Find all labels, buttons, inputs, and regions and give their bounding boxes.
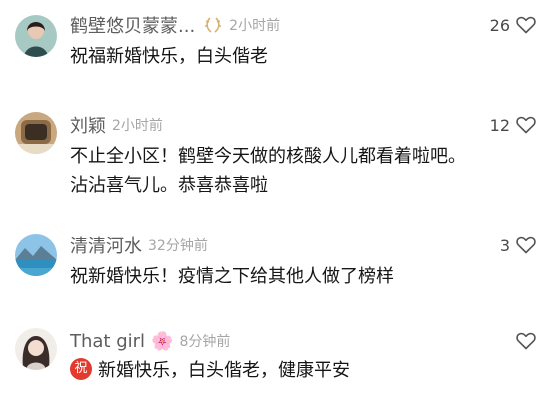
timestamp: 2小时前 — [112, 118, 163, 134]
comment-line: 沾沾喜气儿。恭喜恭喜啦 — [70, 175, 268, 196]
avatar[interactable] — [15, 328, 57, 370]
author-row: 清清河水 32分钟前 — [70, 232, 208, 258]
comment-item: 鹤壁悠贝蒙蒙... 2小时前 26 祝福新婚快乐，白头偕老 — [0, 0, 550, 90]
heart-icon[interactable] — [516, 116, 536, 134]
avatar[interactable] — [15, 112, 57, 154]
comment-line: 祝新婚快乐，白头偕老，健康平安 — [70, 356, 530, 385]
author-name[interactable]: 鹤壁悠贝蒙蒙... — [70, 12, 195, 38]
author-row: That girl 🌸 8分钟前 — [70, 328, 230, 354]
avatar[interactable] — [15, 234, 57, 276]
author-name[interactable]: 刘颖 — [70, 112, 106, 138]
comment-text: 不止全小区！鹤壁今天做的核酸人儿都看着啦吧。 沾沾喜气儿。恭喜恭喜啦 — [70, 142, 530, 200]
comment-line: 不止全小区！鹤壁今天做的核酸人儿都看着啦吧。 — [70, 146, 466, 167]
timestamp: 8分钟前 — [179, 334, 231, 350]
like-button[interactable]: 26 — [490, 12, 536, 38]
flower-emoji: 🌸 — [151, 330, 174, 352]
heart-icon[interactable] — [516, 16, 536, 34]
like-button[interactable] — [510, 328, 536, 354]
timestamp: 2小时前 — [229, 18, 281, 34]
author-name[interactable]: That girl — [70, 331, 145, 352]
author-row: 刘颖 2小时前 — [70, 112, 163, 138]
comment-item: 刘颖 2小时前 12 不止全小区！鹤壁今天做的核酸人儿都看着啦吧。 沾沾喜气儿。… — [0, 100, 550, 210]
like-count: 3 — [499, 235, 510, 255]
comment-text: 祝福新婚快乐，白头偕老 — [70, 42, 530, 71]
comment-line: 祝新婚快乐！疫情之下给其他人做了榜样 — [70, 266, 394, 287]
comment-text: 祝新婚快乐，白头偕老，健康平安 — [70, 356, 530, 385]
zhu-emoji-icon: 祝 — [70, 358, 92, 380]
laurel-badge-icon — [203, 16, 223, 34]
comment-item: That girl 🌸 8分钟前 祝新婚快乐，白头偕老，健康平安 — [0, 318, 550, 407]
comment-item: 清清河水 32分钟前 3 祝新婚快乐！疫情之下给其他人做了榜样 — [0, 222, 550, 312]
comment-line: 祝福新婚快乐，白头偕老 — [70, 46, 268, 67]
avatar[interactable] — [15, 15, 57, 57]
like-count: 26 — [489, 15, 510, 35]
comment-text: 祝新婚快乐！疫情之下给其他人做了榜样 — [70, 262, 530, 291]
like-button[interactable]: 3 — [500, 232, 536, 258]
timestamp: 32分钟前 — [148, 238, 208, 254]
heart-icon[interactable] — [516, 236, 536, 254]
author-name[interactable]: 清清河水 — [70, 232, 142, 258]
author-row: 鹤壁悠贝蒙蒙... 2小时前 — [70, 12, 280, 38]
like-count: 12 — [489, 115, 510, 135]
comment-line-text: 新婚快乐，白头偕老，健康平安 — [98, 360, 350, 381]
like-button[interactable]: 12 — [490, 112, 536, 138]
heart-icon[interactable] — [516, 332, 536, 350]
